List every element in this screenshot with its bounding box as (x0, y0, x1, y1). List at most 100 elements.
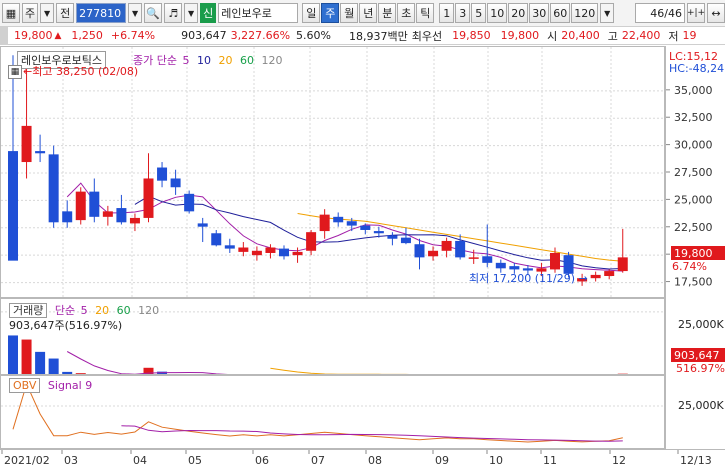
all-button[interactable]: 전 (56, 3, 75, 23)
open-price: 20,400 (561, 29, 600, 42)
candle-body[interactable] (617, 257, 628, 272)
stock-name-field[interactable]: 레인보우로 (218, 3, 299, 23)
candle-body[interactable] (279, 248, 289, 257)
candle-body[interactable] (482, 256, 493, 263)
code-dropdown[interactable]: ▼ (128, 3, 143, 23)
volume-pane[interactable]: 거래량 단순 5 20 60 120 903,647주(516.97%) (0, 298, 665, 375)
candle-body[interactable] (414, 244, 425, 258)
interval-tab-60[interactable]: 60 (550, 3, 571, 23)
candle-body[interactable] (62, 211, 73, 223)
candle-body[interactable] (387, 235, 398, 239)
stock-code-input[interactable]: 277810 (76, 3, 127, 23)
interval-tab-1[interactable]: 1 (439, 3, 455, 23)
candle-body[interactable] (265, 247, 276, 253)
volume-bar[interactable] (8, 335, 18, 375)
chart-grid-icon[interactable]: ▦ (2, 3, 20, 23)
volume-tick-25000k: 25,000K (678, 318, 724, 331)
interval-tab-120[interactable]: 120 (571, 3, 599, 23)
period-tabs: 일주월년분초틱 (302, 3, 435, 23)
candle-body[interactable] (8, 151, 18, 261)
interval-dropdown[interactable]: ▼ (600, 3, 615, 23)
interval-tab-10[interactable]: 10 (487, 3, 508, 23)
speaker-icon[interactable]: ♬ (164, 3, 183, 23)
candle-body[interactable] (373, 231, 384, 234)
candle-body[interactable] (102, 211, 113, 217)
candle-body[interactable] (441, 240, 452, 251)
candle-body[interactable] (48, 154, 59, 223)
candle-body[interactable] (509, 266, 520, 270)
candle-body[interactable] (35, 151, 46, 154)
candle-body[interactable] (143, 178, 154, 218)
period-tab-6[interactable]: 틱 (416, 3, 435, 23)
volume-bar[interactable] (48, 358, 59, 375)
candle-body[interactable] (21, 125, 32, 163)
candle-body[interactable] (157, 167, 168, 181)
interval-tab-5[interactable]: 5 (471, 3, 487, 23)
volume-bar[interactable] (35, 351, 46, 375)
candle-body[interactable] (211, 233, 222, 246)
candle-body[interactable] (224, 245, 235, 249)
candle-body[interactable] (251, 250, 262, 256)
volume-ma-label: 단순 (54, 304, 76, 317)
interval-tab-30[interactable]: 30 (529, 3, 550, 23)
price-tick-label: 32,500 (674, 111, 713, 124)
interval-tab-20[interactable]: 20 (508, 3, 529, 23)
price-pane[interactable]: 레인보우로보틱스 종가 단순 5 10 20 60 120 ▦ ←최고 38,2… (0, 46, 665, 298)
candle-body[interactable] (333, 216, 344, 223)
obv-chart[interactable] (1, 376, 665, 449)
candle-body[interactable] (346, 221, 357, 226)
period-tab-0[interactable]: 일 (302, 3, 321, 23)
price-axis[interactable]: 17,50020,00022,50025,00027,50030,00032,5… (665, 46, 725, 298)
candle-body[interactable] (116, 208, 127, 223)
market-dropdown[interactable]: ▼ (40, 3, 55, 23)
candle-body[interactable] (306, 232, 317, 251)
obv-pane[interactable]: OBV Signal 9 (0, 375, 665, 449)
volume-bar[interactable] (143, 367, 154, 375)
zoom-icon[interactable]: ↔ (707, 3, 725, 23)
period-tab-4[interactable]: 분 (378, 3, 397, 23)
obv-axis[interactable]: 25,000K (665, 375, 725, 449)
volume-label: 거래량 (9, 303, 48, 318)
period-tab-5[interactable]: 초 (397, 3, 416, 23)
candle-body[interactable] (75, 191, 86, 221)
candle-body[interactable] (590, 274, 601, 279)
interval-tab-3[interactable]: 3 (455, 3, 471, 23)
candle-body[interactable] (428, 250, 439, 257)
price-tick-label: 35,000 (674, 84, 713, 97)
high-price: 22,400 (621, 29, 661, 42)
candle-body[interactable] (129, 217, 140, 224)
search-icon[interactable]: 🔍 (144, 3, 163, 23)
candle-body[interactable] (604, 271, 615, 276)
price-change-pct: +6.74% (110, 29, 156, 42)
candle-body[interactable] (400, 237, 411, 244)
candle-body[interactable] (468, 257, 479, 259)
obv-label: OBV (9, 378, 41, 393)
candle-body[interactable] (238, 247, 249, 252)
candle-body[interactable] (319, 214, 330, 232)
candle-body[interactable] (550, 252, 560, 270)
last-price-tag: 19,800 (671, 246, 725, 260)
volume-axis[interactable]: 25,000K 516.97% (665, 298, 725, 375)
candlestick-chart[interactable] (1, 47, 665, 298)
candle-body[interactable] (89, 191, 100, 217)
market-button[interactable]: 주 (22, 3, 39, 23)
price-tick-label: 25,000 (674, 193, 713, 206)
candle-body[interactable] (292, 251, 303, 256)
date-tick-label: 05 (188, 454, 202, 467)
volume-last-pct: 516.97% (676, 362, 725, 375)
period-tab-3[interactable]: 년 (359, 3, 378, 23)
grid-toggle-icon[interactable]: ▦ (8, 65, 22, 79)
speaker-dropdown[interactable]: ▼ (184, 3, 199, 23)
candle-body[interactable] (197, 223, 208, 227)
candle-body[interactable] (184, 193, 195, 212)
crosshair-icon[interactable]: +|+ (687, 3, 705, 23)
volume-bar[interactable] (21, 339, 32, 375)
date-axis[interactable]: 2021/02 03 04 05 06 07 08 09 10 11 12 12/13 (0, 449, 725, 467)
period-tab-1[interactable]: 주 (321, 3, 340, 23)
low-label: 저 (668, 29, 679, 43)
candle-body[interactable] (360, 225, 371, 230)
period-tab-2[interactable]: 월 (340, 3, 359, 23)
candle-body[interactable] (455, 240, 466, 258)
candle-body[interactable] (495, 262, 506, 269)
candle-body[interactable] (170, 178, 181, 188)
